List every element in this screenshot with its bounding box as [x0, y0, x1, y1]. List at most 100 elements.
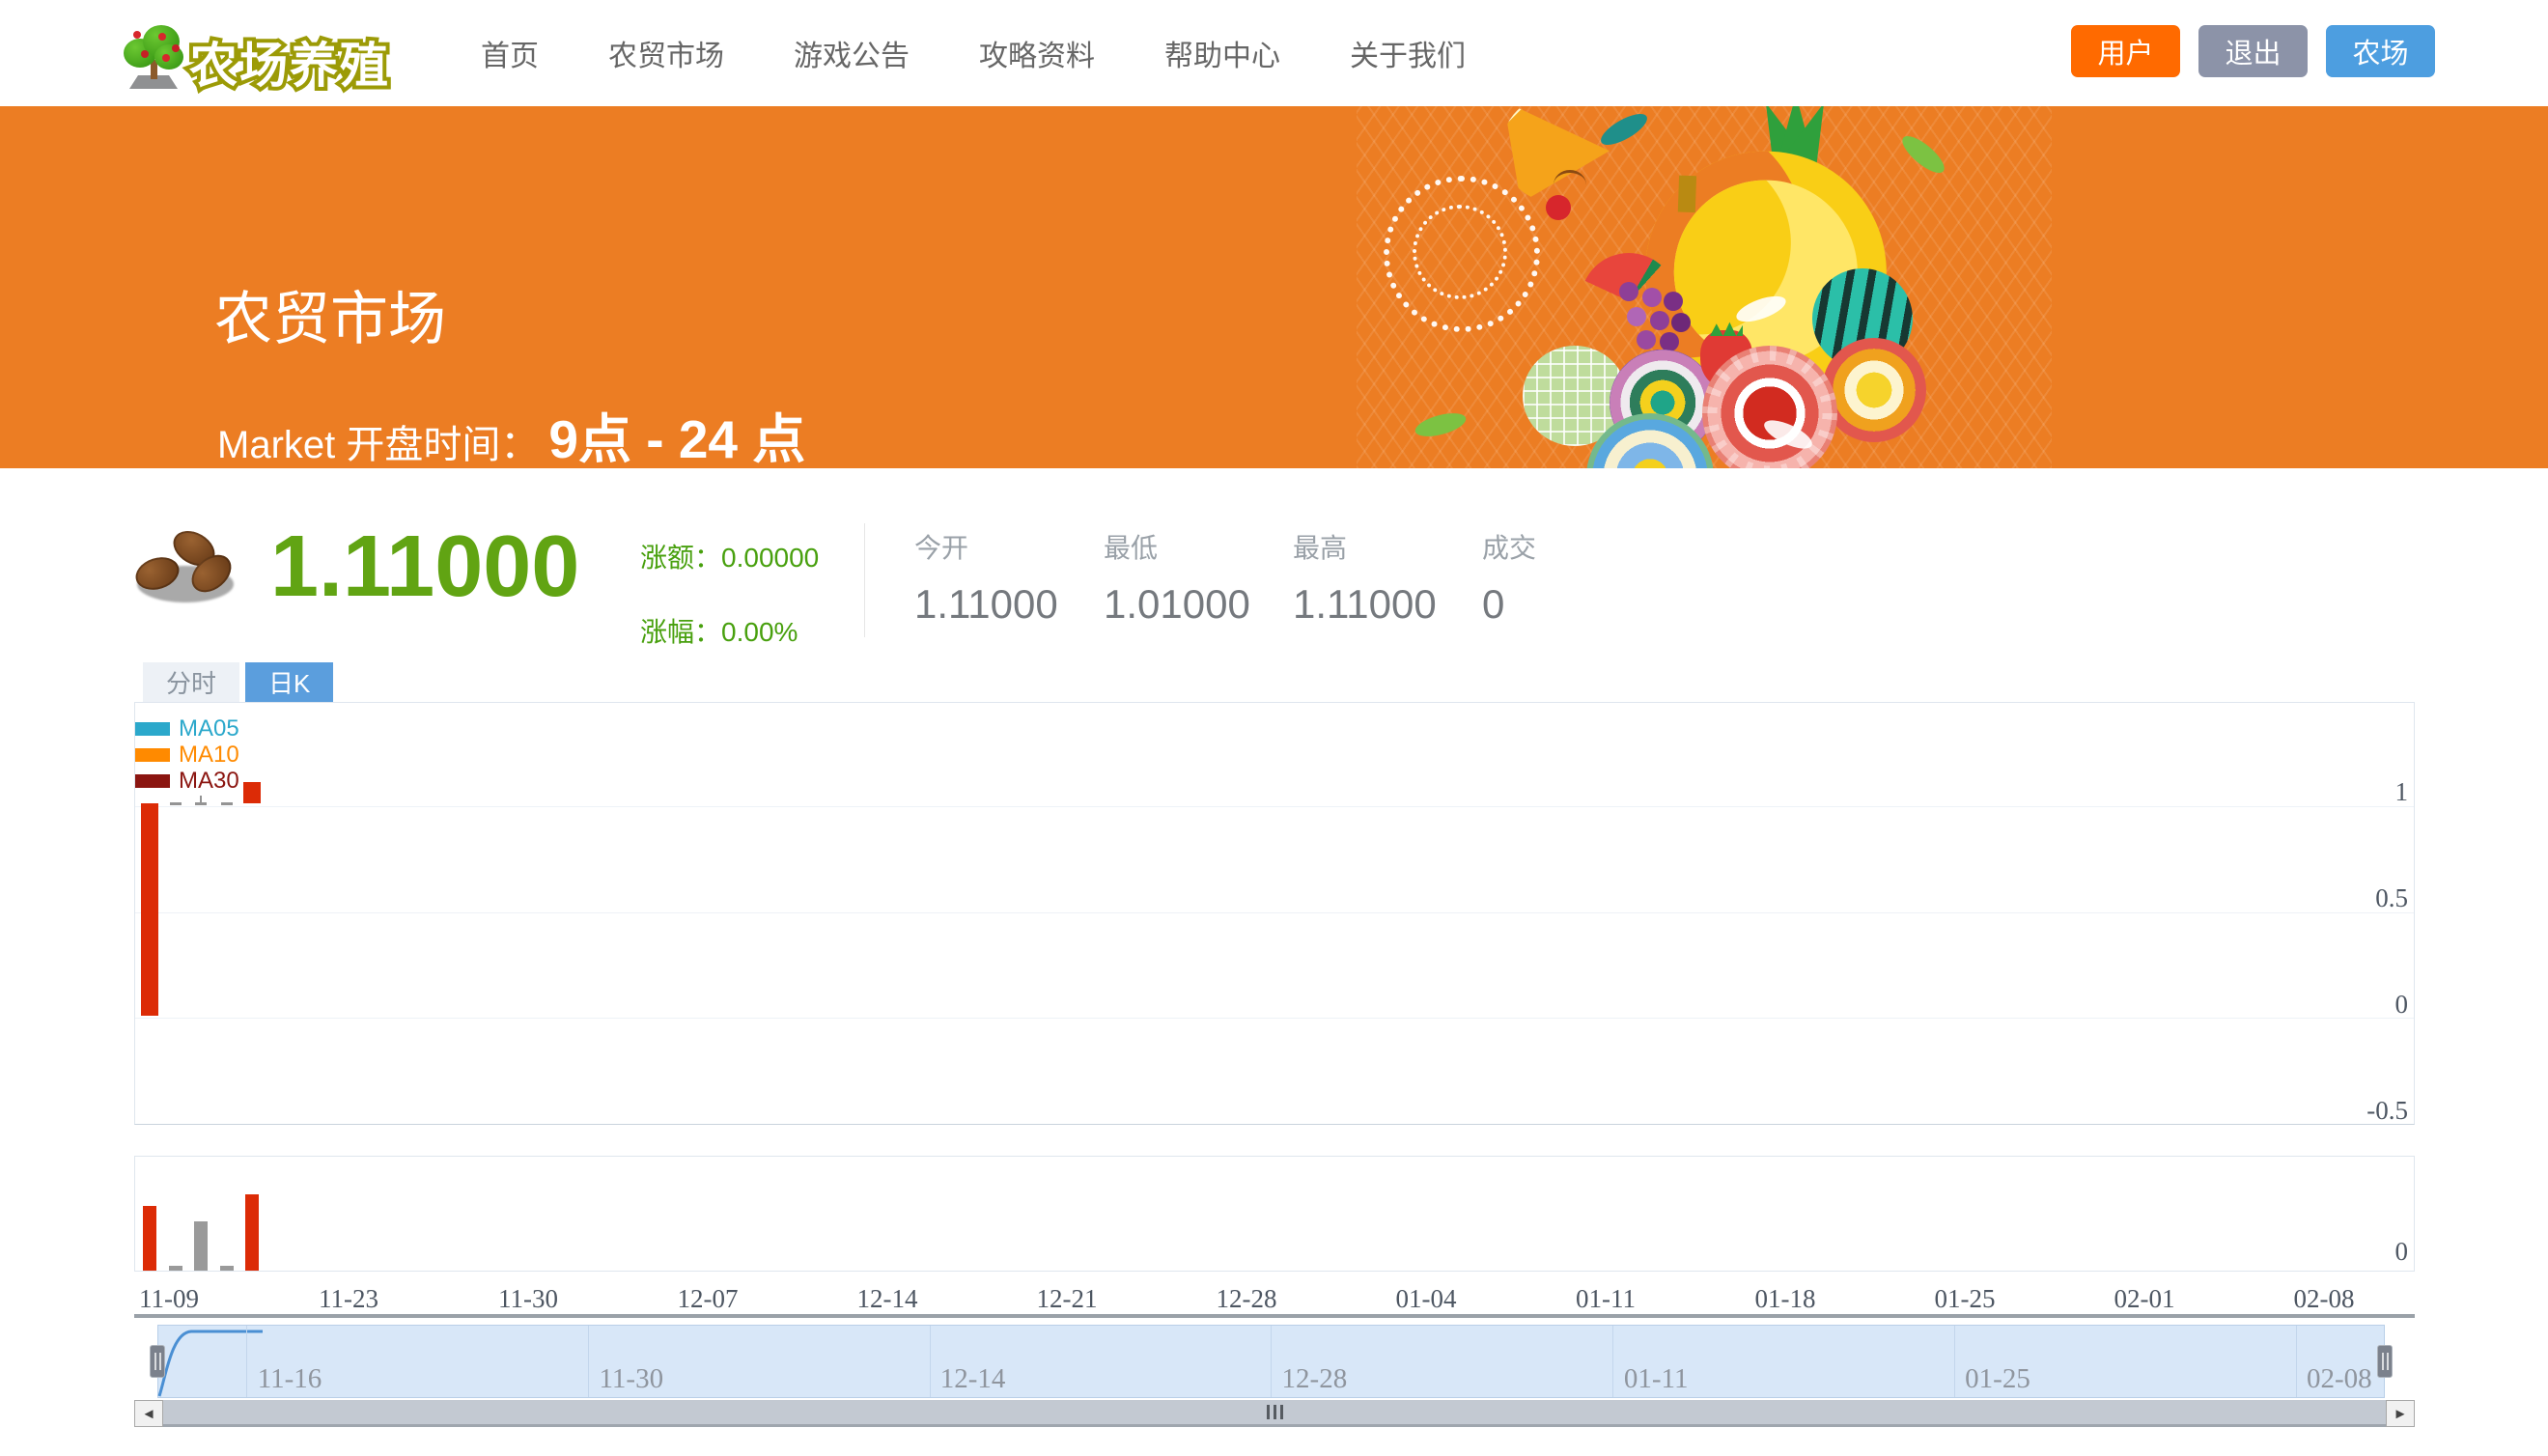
change-pct-label: 涨幅：	[640, 617, 722, 647]
change-label: 涨额：	[640, 543, 722, 573]
legend-item-ma30: MA30	[135, 768, 239, 794]
x-axis-tick: 01-04	[1395, 1284, 1457, 1313]
fruit-illustration	[1357, 106, 2052, 468]
dot-ring-shape	[1413, 205, 1507, 299]
x-axis-tick: 12-21	[1036, 1284, 1098, 1313]
datazoom-gridline	[1954, 1326, 1955, 1397]
scrollbar-grip-icon	[1266, 1405, 1283, 1419]
scrollbar-left-arrow[interactable]: ◄	[134, 1400, 163, 1427]
legend-label: MA05	[179, 715, 239, 742]
datazoom-preview-line	[157, 1330, 263, 1397]
volume-bar	[219, 1266, 234, 1271]
scrollbar-thumb[interactable]	[163, 1400, 2386, 1427]
x-axis-tick: 11-23	[319, 1284, 378, 1313]
legend-swatch	[135, 722, 170, 736]
volume-y-tick: 0	[2394, 1237, 2409, 1266]
change-block: 涨额：0.00000 涨幅：0.00%	[640, 537, 819, 650]
volume-bar	[168, 1266, 182, 1271]
candle-doji	[220, 802, 233, 806]
legend-label: MA30	[179, 768, 239, 794]
datazoom-right-handle[interactable]	[2377, 1345, 2393, 1378]
x-axis-tick: 11-09	[139, 1284, 199, 1313]
candle-up	[243, 782, 261, 804]
y-axis-tick: 0.5	[2375, 883, 2408, 912]
market-hours-time: 9点 - 24 点	[548, 409, 806, 468]
leaf-shape	[1596, 107, 1652, 152]
kline-chart-pane[interactable]: MA05 MA10 MA30 1 0.5 0 -0.5	[134, 702, 2415, 1125]
stat-label: 最低	[1104, 533, 1159, 563]
gridline	[135, 912, 2414, 913]
logout-button[interactable]: 退出	[2198, 25, 2308, 77]
stat-item: 最高 1.11000	[1293, 527, 1482, 628]
datazoom-left-handle[interactable]	[150, 1345, 165, 1378]
divider	[864, 523, 865, 637]
y-axis-tick: 1	[2394, 777, 2409, 806]
nav-item-market[interactable]: 农贸市场	[608, 32, 724, 74]
candle-doji	[195, 802, 207, 806]
nav-item-home[interactable]: 首页	[481, 32, 539, 74]
grapes-shape	[1619, 282, 1638, 301]
candle-doji	[169, 802, 182, 806]
legend-swatch	[135, 748, 170, 762]
x-axis-line	[134, 1314, 2415, 1318]
stat-label: 今开	[914, 533, 969, 563]
stat-item: 成交 0	[1482, 527, 1671, 628]
leaf-shape	[1413, 408, 1469, 441]
nav-item-announcements[interactable]: 游戏公告	[794, 32, 910, 74]
datazoom-gridline	[1612, 1326, 1614, 1397]
stat-value: 1.01000	[1104, 581, 1250, 627]
datazoom-date-label: 01-25	[1965, 1363, 2030, 1394]
datazoom-date-label: 12-28	[1281, 1363, 1348, 1394]
tab-daily-k[interactable]: 日K	[245, 662, 334, 702]
change-pct-value: 0.00%	[721, 617, 798, 647]
x-axis-tick: 12-07	[677, 1284, 739, 1313]
volume-bar	[194, 1221, 208, 1271]
page-title: 农贸市场	[214, 287, 446, 351]
datazoom-date-label: 12-14	[939, 1363, 1006, 1394]
stat-label: 最高	[1293, 533, 1348, 563]
datazoom-gridline	[587, 1326, 589, 1397]
datazoom-gridline	[1271, 1326, 1273, 1397]
x-axis-tick: 02-01	[2114, 1284, 2175, 1313]
user-button[interactable]: 用户	[2071, 25, 2180, 77]
x-axis-tick: 11-30	[498, 1284, 558, 1313]
current-price: 1.11000	[270, 518, 580, 615]
tab-minute[interactable]: 分时	[143, 662, 240, 702]
change-value: 0.00000	[721, 543, 820, 573]
market-hours-prefix: Market 开盘时间：	[217, 424, 540, 466]
datazoom-date-label: 02-08	[2306, 1363, 2372, 1394]
datazoom-gridline	[2295, 1326, 2297, 1397]
volume-chart-pane[interactable]: 0	[134, 1156, 2415, 1272]
leaf-shape	[1896, 129, 1950, 180]
stat-item: 最低 1.01000	[1104, 527, 1293, 628]
commodity-icon	[131, 523, 241, 606]
horizontal-scrollbar: ◄ ►	[134, 1400, 2415, 1427]
chart-tabs: 分时 日K	[143, 662, 334, 702]
watermelon-wedge-shape	[1581, 253, 1677, 350]
circle-target-shape	[1822, 338, 1926, 442]
top-navbar: 农场养殖 首页 农贸市场 游戏公告 攻略资料 帮助中心 关于我们 用户 退出 农场	[0, 0, 2548, 106]
stat-item: 今开 1.11000	[914, 527, 1104, 628]
logo-plant-leaf	[154, 44, 183, 70]
legend-item-ma05: MA05	[135, 715, 239, 742]
nav-item-help[interactable]: 帮助中心	[1164, 32, 1280, 74]
datazoom-date-label: 11-16	[257, 1363, 322, 1394]
hero-banner: 农贸市场 Market 开盘时间： 9点 - 24 点	[0, 106, 2548, 468]
page: 农场养殖 首页 农贸市场 游戏公告 攻略资料 帮助中心 关于我们 用户 退出 农场 农贸市场 …	[0, 0, 2548, 1456]
app-logo[interactable]: 农场养殖	[185, 27, 392, 97]
farm-button[interactable]: 农场	[2326, 25, 2435, 77]
legend-label: MA10	[179, 742, 239, 768]
scrollbar-right-arrow[interactable]: ►	[2386, 1400, 2415, 1427]
y-axis-tick: -0.5	[2366, 1096, 2408, 1125]
header-buttons: 用户 退出 农场	[2071, 25, 2435, 77]
cherry-shape	[1546, 170, 1586, 220]
volume-bar	[245, 1193, 259, 1271]
datazoom-slider[interactable]: 11-16 11-30 12-14 12-28 01-11 01-25 02-08	[145, 1325, 2404, 1398]
nav-item-about[interactable]: 关于我们	[1350, 32, 1466, 74]
stat-value: 1.11000	[914, 581, 1058, 627]
stat-value: 0	[1482, 581, 1505, 627]
legend-item-ma10: MA10	[135, 742, 239, 768]
datazoom-date-label: 11-30	[599, 1363, 664, 1394]
x-axis-tick: 02-08	[2293, 1284, 2355, 1313]
nav-item-guides[interactable]: 攻略资料	[979, 32, 1095, 74]
